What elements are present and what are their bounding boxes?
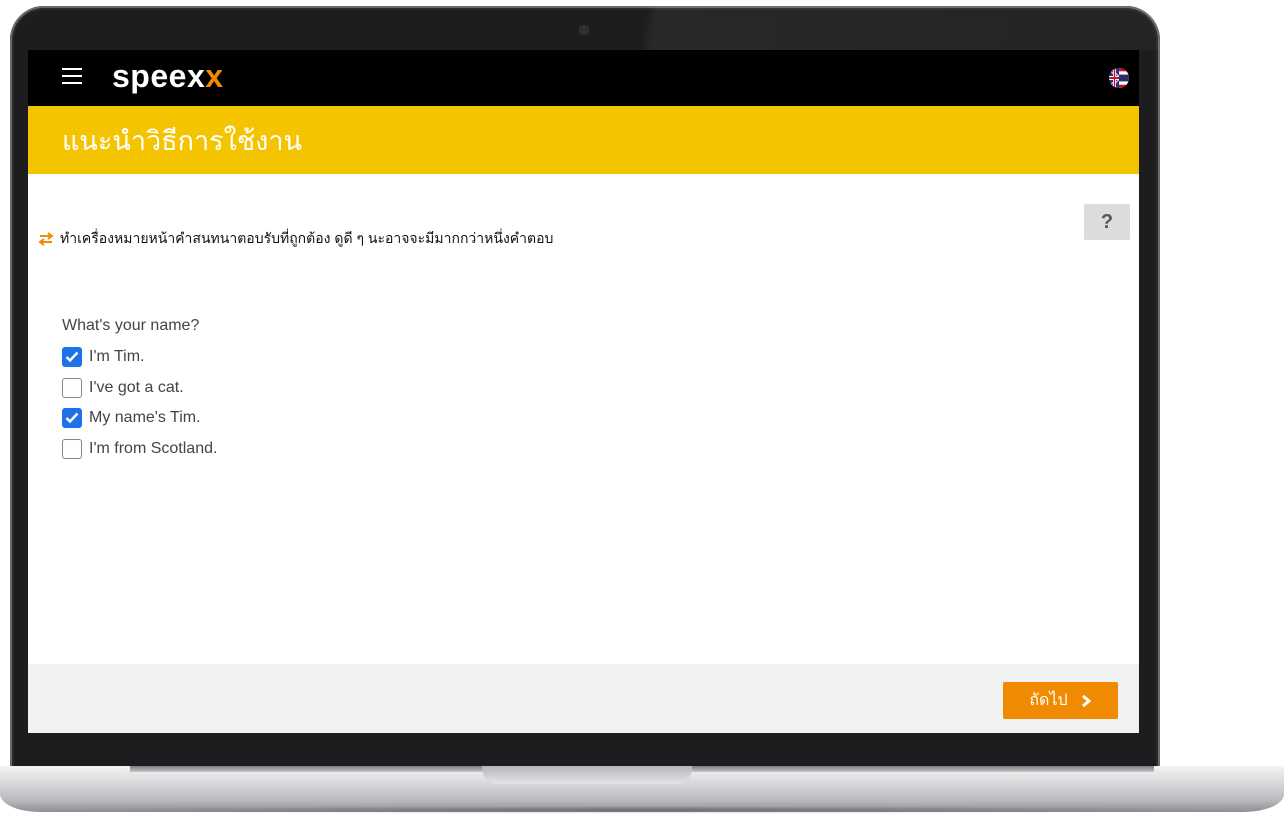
app-screen: speexx แนะนำวิธีการใช้งาน ? ทำเครื่องหมา… [28,50,1139,733]
instruction-text: ทำเครื่องหมายหน้าคำสนทนาตอบรับที่ถูกต้อง… [60,230,554,246]
option-my-names-tim[interactable]: My name's Tim. [62,403,217,434]
option-label: My name's Tim. [89,409,201,427]
question-text: What's your name? [62,317,200,334]
chevron-right-icon [1080,694,1092,708]
page-title: แนะนำวิธีการใช้งาน [62,126,302,156]
uk-thai-flag-icon[interactable] [1109,68,1129,88]
option-label: I'm from Scotland. [89,439,218,457]
swap-arrows-icon [38,231,54,246]
option-label: I'm Tim. [89,348,145,366]
answer-options: I'm Tim. I've got a cat. My name's Tim. … [62,342,217,464]
laptop-notch [482,766,692,784]
top-bar: speexx [28,50,1139,106]
checkbox-unchecked[interactable] [62,438,82,459]
footer-bar: ถัดไป [28,664,1139,733]
camera-icon [580,26,588,34]
hamburger-menu-icon[interactable] [62,68,82,84]
next-button-label: ถัดไป [1029,692,1068,709]
next-button[interactable]: ถัดไป [1003,682,1118,719]
option-im-from-scotland[interactable]: I'm from Scotland. [62,434,217,465]
logo-accent: x [205,58,224,94]
checkbox-unchecked[interactable] [62,377,82,398]
option-label: I've got a cat. [89,378,184,396]
speexx-logo[interactable]: speexx [112,56,224,96]
logo-text: speex [112,58,206,94]
option-ive-got-a-cat[interactable]: I've got a cat. [62,373,217,404]
instruction: ทำเครื่องหมายหน้าคำสนทนาตอบรับที่ถูกต้อง… [38,228,553,248]
checkbox-checked[interactable] [62,347,82,368]
page-banner: แนะนำวิธีการใช้งาน [28,106,1139,174]
laptop-shadow [40,806,1244,814]
help-button[interactable]: ? [1084,204,1130,240]
checkbox-checked[interactable] [62,408,82,429]
option-im-tim[interactable]: I'm Tim. [62,342,217,373]
